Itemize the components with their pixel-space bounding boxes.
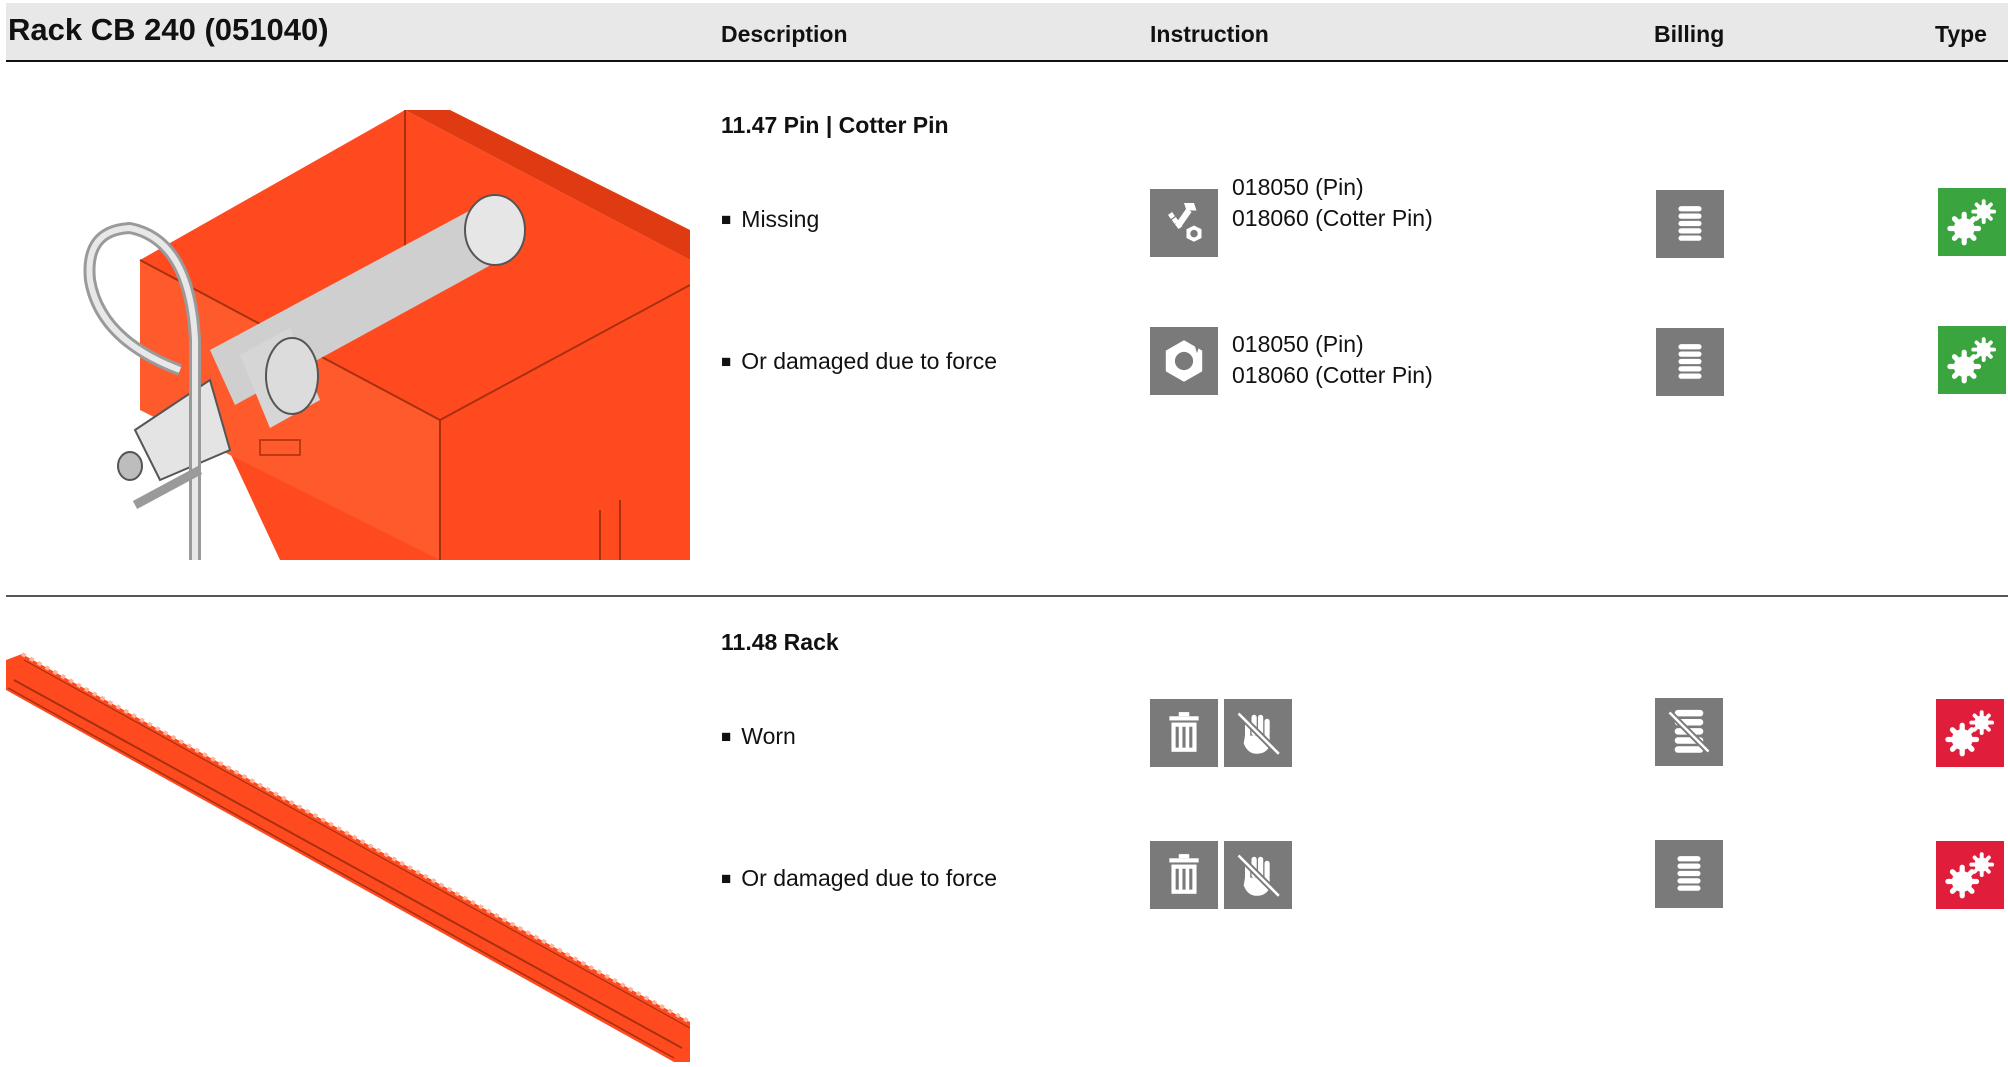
- no-billing-icon: [1655, 698, 1723, 766]
- bolt-nut-icon: [1150, 189, 1218, 257]
- trash-icon: [1150, 699, 1218, 767]
- item-description: Or damaged due to force: [741, 348, 997, 374]
- pin-cotter-pin-illustration: [60, 110, 691, 560]
- billing-stack-icon: [1656, 328, 1724, 396]
- part-number: 018060 (Cotter Pin): [1232, 362, 1433, 388]
- section-title-pin-cotter-pin: 11.47 Pin | Cotter Pin: [721, 112, 949, 138]
- column-header-type: Type: [1935, 21, 1987, 47]
- gears-icon: [1938, 326, 2006, 394]
- column-header-instruction: Instruction: [1150, 21, 1269, 47]
- part-numbers: 018050 (Pin) 018060 (Cotter Pin): [1232, 329, 1433, 391]
- no-hand-icon: [1224, 841, 1292, 909]
- broken-nut-icon: [1150, 327, 1218, 395]
- gears-icon: [1938, 188, 2006, 256]
- trash-icon: [1150, 841, 1218, 909]
- item-description: Worn: [741, 723, 796, 749]
- section-title-rack: 11.48 Rack: [721, 629, 839, 655]
- list-item: ■ Or damaged due to force: [721, 865, 997, 891]
- billing-stack-icon: [1656, 190, 1724, 258]
- page-title: Rack CB 240 (051040): [8, 12, 329, 47]
- part-number: 018060 (Cotter Pin): [1232, 205, 1433, 231]
- list-item: ■ Or damaged due to force: [721, 348, 997, 374]
- no-hand-icon: [1224, 699, 1292, 767]
- billing-stack-icon: [1655, 840, 1723, 908]
- list-item: ■ Worn: [721, 723, 796, 749]
- part-number: 018050 (Pin): [1232, 174, 1364, 200]
- table-header: Rack CB 240 (051040) Description Instruc…: [6, 3, 2008, 62]
- column-header-description: Description: [721, 21, 848, 47]
- column-header-billing: Billing: [1654, 21, 1725, 47]
- gears-icon: [1936, 699, 2004, 767]
- gears-icon: [1936, 841, 2004, 909]
- rack-illustration: [6, 650, 691, 1062]
- item-description: Or damaged due to force: [741, 865, 997, 891]
- part-numbers: 018050 (Pin) 018060 (Cotter Pin): [1232, 172, 1433, 234]
- item-description: Missing: [741, 206, 820, 232]
- section-divider: [6, 595, 2008, 597]
- part-number: 018050 (Pin): [1232, 331, 1364, 357]
- list-item: ■ Missing: [721, 206, 820, 232]
